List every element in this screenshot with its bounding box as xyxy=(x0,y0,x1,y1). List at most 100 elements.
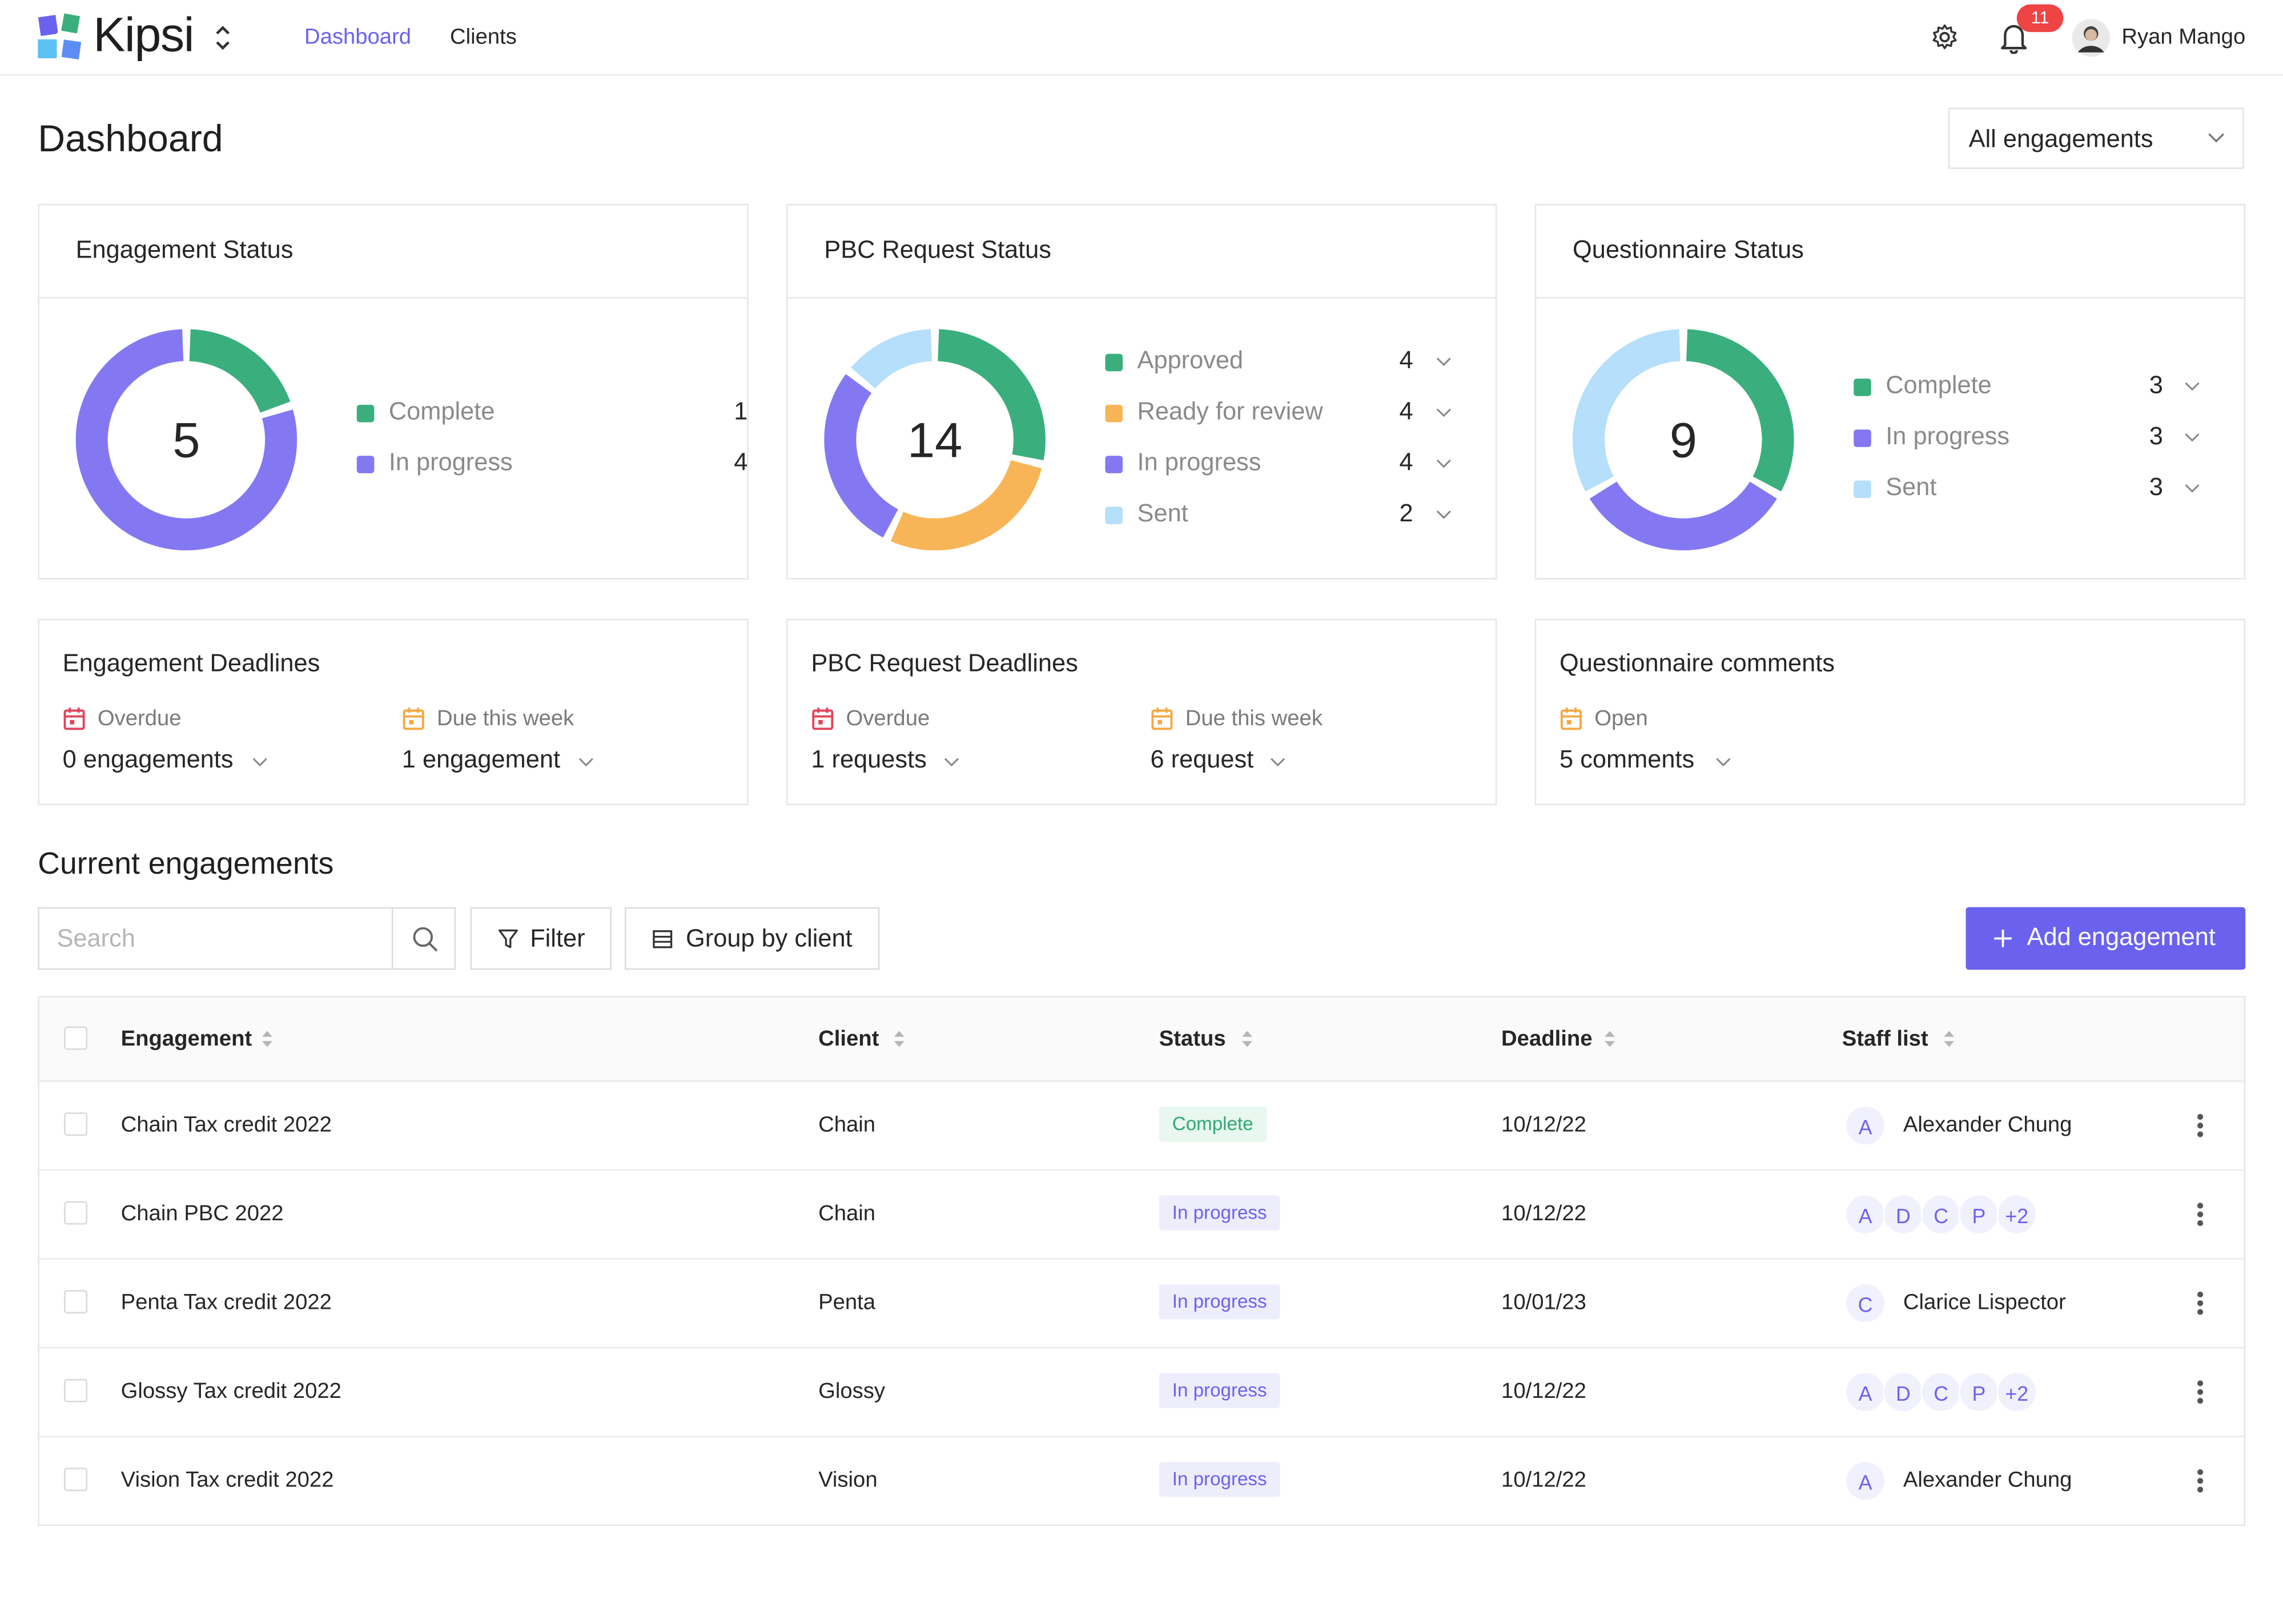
engagement-name[interactable]: Penta Tax credit 2022 xyxy=(121,1290,332,1315)
more-options-icon[interactable] xyxy=(2196,1468,2204,1494)
legend-item-approved[interactable]: Approved 4 xyxy=(1101,345,1480,380)
legend-label: In progress xyxy=(1138,448,1261,477)
chevron-down-icon[interactable] xyxy=(2184,432,2200,443)
client-name: Chain xyxy=(818,1201,875,1226)
sort-icon[interactable] xyxy=(260,1028,274,1050)
engagement-name[interactable]: Glossy Tax credit 2022 xyxy=(121,1379,341,1404)
staff-avatar[interactable]: D xyxy=(1883,1194,1923,1235)
staff-avatar[interactable]: C xyxy=(1920,1194,1961,1235)
legend-count: 4 xyxy=(1400,397,1413,427)
legend-item-in-progress[interactable]: In progress 3 xyxy=(1850,421,2228,456)
donut-total: 9 xyxy=(1670,413,1697,468)
user-name[interactable]: Ryan Mango xyxy=(2121,25,2245,49)
sort-icon[interactable] xyxy=(1241,1028,1254,1050)
legend-item-sent[interactable]: Sent 3 xyxy=(1850,472,2228,507)
more-options-icon[interactable] xyxy=(2196,1112,2204,1139)
staff-avatar[interactable]: C xyxy=(1845,1283,1886,1324)
search-button[interactable] xyxy=(392,909,456,968)
workspace-switcher-icon[interactable] xyxy=(212,23,233,53)
row-checkbox[interactable] xyxy=(64,1290,87,1313)
questionnaire-status-card: Questionnaire Status 9 Complete 3 In pro… xyxy=(1535,204,2245,580)
table-row[interactable]: Chain Tax credit 2022 Chain Complete 10/… xyxy=(39,1080,2244,1171)
notification-count-badge[interactable]: 11 xyxy=(2017,5,2064,32)
card-title: PBC Request Deadlines xyxy=(811,649,1078,678)
top-bar: Kipsi Dashboard Clients 11 Ryan Mango xyxy=(0,0,2283,76)
legend-item-sent[interactable]: Sent 2 xyxy=(1101,498,1480,533)
deadline-date: 10/12/22 xyxy=(1501,1112,1586,1137)
table-row[interactable]: Glossy Tax credit 2022 Glossy In progres… xyxy=(39,1347,2244,1437)
more-options-icon[interactable] xyxy=(2196,1290,2204,1316)
column-header-engagement[interactable]: Engagement xyxy=(121,1027,252,1051)
brand-name[interactable]: Kipsi xyxy=(93,7,194,63)
staff-avatar[interactable]: D xyxy=(1883,1372,1923,1412)
chevron-down-icon[interactable] xyxy=(1270,757,1286,767)
more-options-icon[interactable] xyxy=(2196,1201,2204,1228)
chevron-down-icon[interactable] xyxy=(2184,381,2200,392)
staff-avatar[interactable]: P xyxy=(1959,1194,1999,1235)
nav-clients[interactable]: Clients xyxy=(450,25,517,49)
kipsi-logo-icon[interactable] xyxy=(37,13,83,61)
status-badge: In progress xyxy=(1159,1284,1280,1319)
row-checkbox[interactable] xyxy=(64,1379,87,1402)
row-checkbox[interactable] xyxy=(64,1112,87,1136)
nav-dashboard[interactable]: Dashboard xyxy=(304,25,411,49)
engagement-name[interactable]: Vision Tax credit 2022 xyxy=(121,1468,334,1492)
sort-icon[interactable] xyxy=(1943,1028,1956,1050)
chevron-down-icon[interactable] xyxy=(252,757,268,767)
staff-avatar[interactable]: A xyxy=(1845,1461,1886,1501)
chevron-down-icon[interactable] xyxy=(2184,484,2200,494)
deadline-due-this-week[interactable]: Due this week 1 engagement xyxy=(402,706,722,779)
sort-icon[interactable] xyxy=(1603,1028,1617,1050)
staff-name: Clarice Lispector xyxy=(1903,1290,2066,1315)
row-checkbox[interactable] xyxy=(64,1201,87,1225)
engagement-name[interactable]: Chain PBC 2022 xyxy=(121,1201,284,1226)
engagement-filter-select[interactable]: All engagements xyxy=(1948,108,2244,169)
client-name: Glossy xyxy=(818,1379,885,1404)
search-input[interactable] xyxy=(39,909,392,968)
staff-more-count[interactable]: +2 xyxy=(1996,1372,2037,1412)
staff-avatar[interactable]: P xyxy=(1959,1372,1999,1412)
chevron-down-icon[interactable] xyxy=(1436,510,1452,520)
deadline-overdue[interactable]: Overdue 1 requests xyxy=(811,706,1131,779)
legend-item-complete[interactable]: Complete 3 xyxy=(1850,370,2228,405)
staff-avatar[interactable]: A xyxy=(1845,1105,1886,1145)
row-checkbox[interactable] xyxy=(64,1468,87,1491)
comments-open[interactable]: Open 5 comments xyxy=(1559,706,1880,779)
chevron-down-icon[interactable] xyxy=(1436,357,1452,367)
chevron-down-icon[interactable] xyxy=(1715,757,1731,767)
sort-icon[interactable] xyxy=(893,1028,906,1050)
more-options-icon[interactable] xyxy=(2196,1379,2204,1405)
table-header: Engagement Client Status Deadline Staff … xyxy=(39,998,2244,1082)
gear-icon[interactable] xyxy=(1931,23,1958,51)
column-header-client[interactable]: Client xyxy=(818,1027,879,1051)
deadline-overdue[interactable]: Overdue 0 engagements xyxy=(63,706,383,779)
add-engagement-button[interactable]: Add engagement xyxy=(1966,907,2246,970)
chevron-down-icon[interactable] xyxy=(1436,408,1452,418)
staff-more-count[interactable]: +2 xyxy=(1996,1194,2037,1235)
filter-button[interactable]: Filter xyxy=(471,907,612,970)
deadline-label: Overdue xyxy=(846,706,930,731)
group-by-client-button[interactable]: Group by client xyxy=(625,907,879,970)
staff-avatar[interactable]: C xyxy=(1920,1372,1961,1412)
user-avatar[interactable] xyxy=(2072,19,2110,57)
staff-avatar[interactable]: A xyxy=(1845,1372,1886,1412)
legend-item-in-progress[interactable]: In progress 4 xyxy=(1101,447,1480,482)
staff-avatar[interactable]: A xyxy=(1845,1194,1886,1235)
table-row[interactable]: Vision Tax credit 2022 Vision In progres… xyxy=(39,1436,2244,1525)
column-header-staff-list[interactable]: Staff list xyxy=(1842,1027,1928,1051)
deadline-value: 1 engagement xyxy=(402,746,560,775)
column-header-deadline[interactable]: Deadline xyxy=(1501,1027,1592,1051)
engagement-name[interactable]: Chain Tax credit 2022 xyxy=(121,1112,332,1137)
filter-icon xyxy=(498,929,519,950)
deadline-due-this-week[interactable]: Due this week 6 request xyxy=(1151,706,1471,779)
column-header-status[interactable]: Status xyxy=(1159,1027,1226,1051)
table-row[interactable]: Chain PBC 2022 Chain In progress 10/12/2… xyxy=(39,1169,2244,1260)
chevron-down-icon[interactable] xyxy=(1436,459,1452,469)
donut-total: 14 xyxy=(907,413,962,468)
table-row[interactable]: Penta Tax credit 2022 Penta In progress … xyxy=(39,1258,2244,1348)
chevron-down-icon[interactable] xyxy=(943,757,959,767)
select-all-checkbox[interactable] xyxy=(64,1027,87,1050)
card-title: Questionnaire Status xyxy=(1573,236,1804,265)
chevron-down-icon[interactable] xyxy=(578,757,594,767)
legend-item-ready-for-review[interactable]: Ready for review 4 xyxy=(1101,396,1480,431)
